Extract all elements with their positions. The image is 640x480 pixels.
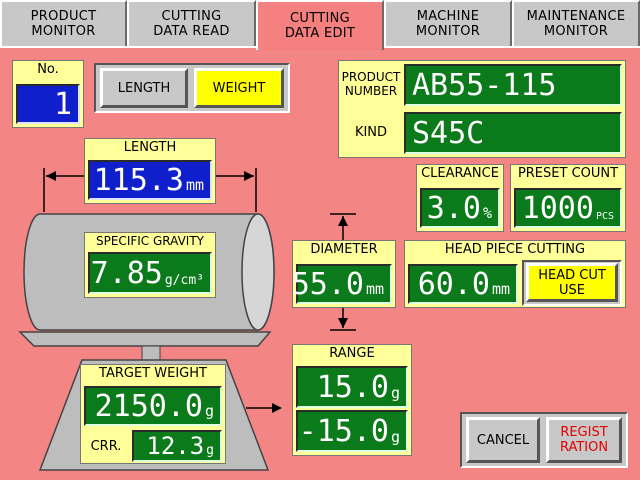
cancel-button[interactable]: CANCEL xyxy=(466,417,540,463)
correction-unit: g xyxy=(206,443,214,458)
length-unit: mm xyxy=(185,176,204,194)
specific-gravity-value: 7.85 xyxy=(90,255,163,291)
specific-gravity-value-field[interactable]: 7.85 g/cm³ xyxy=(88,252,212,294)
scale-post-shape xyxy=(141,345,161,361)
correction-value-field[interactable]: 12.3 g xyxy=(132,430,222,462)
head-cut-use-button[interactable]: HEAD CUT USE xyxy=(526,263,618,302)
specific-gravity-label: SPECIFIC GRAVITY xyxy=(96,234,204,248)
preset-count-unit: PCS xyxy=(595,211,614,222)
target-weight-value: 2150.0 xyxy=(94,388,203,424)
diameter-unit: mm xyxy=(365,280,384,298)
kind-label: KIND xyxy=(354,124,388,140)
length-mode-button[interactable]: LENGTH xyxy=(100,68,188,108)
range-upper-value: 15.0 xyxy=(316,369,389,405)
length-value: 115.3 xyxy=(93,162,184,198)
correction-label: CRR. xyxy=(90,438,122,454)
diameter-value-field[interactable]: 55.0 mm xyxy=(292,264,392,304)
range-label: RANGE xyxy=(329,346,375,361)
range-lower-unit: g xyxy=(390,428,400,446)
head-piece-value-field[interactable]: 60.0 mm xyxy=(408,264,518,304)
cylinder-end-shape xyxy=(241,213,275,331)
length-label: LENGTH xyxy=(123,140,177,155)
registration-button[interactable]: REGIST RATION xyxy=(546,417,622,463)
tab-cutting-data-edit[interactable]: CUTTING DATA EDIT xyxy=(256,0,384,50)
range-lower-field[interactable]: -15.0 g xyxy=(296,410,408,452)
weight-mode-button[interactable]: WEIGHT xyxy=(194,68,284,108)
head-piece-label: HEAD PIECE CUTTING xyxy=(444,242,586,257)
preset-count-value: 1000 xyxy=(521,190,594,226)
target-weight-value-field[interactable]: 2150.0 g xyxy=(84,386,222,426)
kind-value[interactable]: S45C xyxy=(404,112,622,154)
head-piece-value: 60.0 xyxy=(417,266,490,302)
clearance-value: 3.0 xyxy=(426,190,481,226)
specific-gravity-unit: g/cm³ xyxy=(164,273,204,288)
diameter-label: DIAMETER xyxy=(310,242,378,257)
number-label: No. xyxy=(14,62,82,82)
range-upper-field[interactable]: 15.0 g xyxy=(296,366,408,408)
preset-count-label: PRESET COUNT xyxy=(517,166,619,181)
scale-tray-shape xyxy=(18,331,272,347)
number-value[interactable]: 1 xyxy=(16,84,80,124)
clearance-unit: % xyxy=(482,204,492,222)
range-lower-value: -15.0 xyxy=(298,413,389,449)
target-weight-unit: g xyxy=(204,402,214,420)
head-piece-unit: mm xyxy=(491,280,510,298)
clearance-value-field[interactable]: 3.0% xyxy=(420,188,500,228)
product-number-label: PRODUCT NUMBER xyxy=(341,70,401,98)
clearance-label: CLEARANCE xyxy=(421,166,499,181)
product-number-value[interactable]: AB55-115 xyxy=(404,64,622,106)
app-window: PRODUCT MONITOR CUTTING DATA READ CUTTIN… xyxy=(0,0,640,480)
diameter-value: 55.0 xyxy=(291,266,364,302)
preset-count-value-field[interactable]: 1000 PCS xyxy=(514,188,622,228)
target-weight-label: TARGET WEIGHT xyxy=(99,366,207,381)
correction-value: 12.3 xyxy=(146,432,205,460)
range-upper-unit: g xyxy=(390,384,400,402)
length-value-field[interactable]: 115.3 mm xyxy=(88,160,212,200)
